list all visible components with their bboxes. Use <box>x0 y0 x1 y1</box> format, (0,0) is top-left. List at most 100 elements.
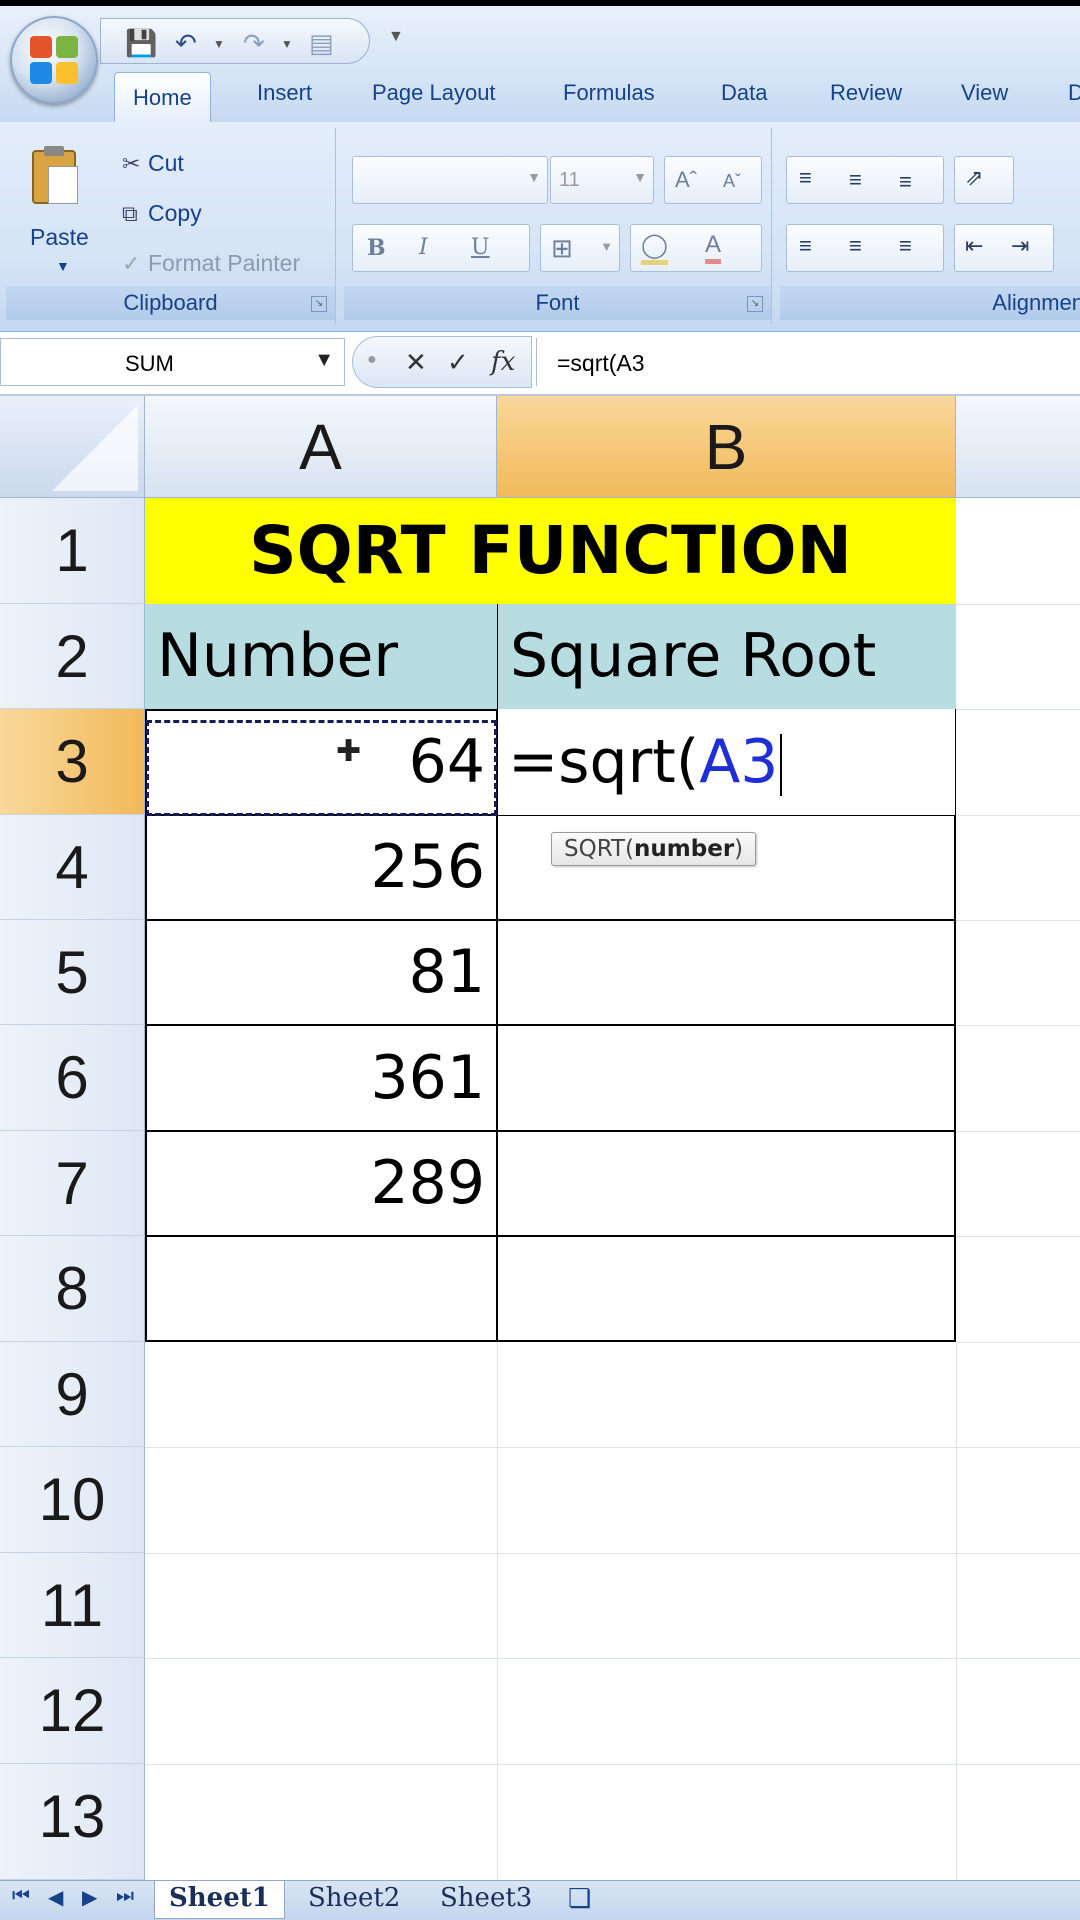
column-header-c[interactable] <box>956 396 1080 498</box>
borders-button[interactable]: ⊞ ▼ <box>540 224 620 272</box>
header-square-root-cell[interactable]: Square Root <box>497 604 956 709</box>
row-header-1[interactable]: 1 <box>0 498 145 604</box>
tab-page-layout[interactable]: Page Layout <box>372 80 496 106</box>
orientation-button[interactable]: ⇗ <box>954 156 1014 204</box>
clipboard-launcher-icon[interactable]: ↘ <box>311 296 327 312</box>
alignment-group: ≡ ≡ ≡ ⇗ ≡ ≡ ≡ ⇤ ⇥ Alignmen <box>780 128 1080 324</box>
header-number-cell[interactable]: Number <box>145 604 497 709</box>
cell-b3-editing[interactable]: =sqrt(A3 <box>498 709 955 815</box>
column-header-b[interactable]: B <box>497 396 956 498</box>
increase-indent-icon[interactable]: ⇥ <box>1011 233 1029 259</box>
office-logo-icon <box>30 36 80 86</box>
cut-button[interactable]: ✂ Cut <box>122 150 184 177</box>
cell-a8[interactable] <box>145 1236 497 1342</box>
fill-color-icon[interactable]: ◯ <box>641 231 668 265</box>
sheet-tab-sheet3[interactable]: Sheet3 <box>426 1881 546 1919</box>
font-size-box[interactable]: 11 ▼ <box>550 156 654 204</box>
align-left-icon[interactable]: ≡ <box>799 233 812 259</box>
sheet-tab-sheet1[interactable]: Sheet1 <box>154 1881 285 1919</box>
brush-icon: ✓ <box>122 251 141 276</box>
row-header-13[interactable]: 13 <box>0 1764 145 1880</box>
gridline <box>145 1447 1080 1448</box>
cell-b7[interactable] <box>498 1132 955 1235</box>
last-sheet-icon[interactable]: ⏭ <box>116 1885 134 1908</box>
font-name-box[interactable]: ▼ <box>352 156 548 204</box>
align-middle-icon[interactable]: ≡ <box>849 167 862 193</box>
undo-icon[interactable]: ↶ <box>175 28 197 59</box>
redo-icon[interactable]: ↷ <box>243 28 265 59</box>
next-sheet-icon[interactable]: ▶ <box>82 1885 97 1910</box>
insert-sheet-icon[interactable]: ❏ <box>568 1883 591 1914</box>
row-header-5[interactable]: 5 <box>0 920 145 1025</box>
tab-insert[interactable]: Insert <box>257 80 312 106</box>
grow-font-icon[interactable]: Aˆ <box>675 167 697 193</box>
row-header-4[interactable]: 4 <box>0 815 145 920</box>
ribbon-tabs: Home Insert Page Layout Formulas Data Re… <box>0 66 1080 124</box>
undo-dropdown-icon[interactable]: ▼ <box>213 37 225 51</box>
first-sheet-icon[interactable]: ⏮ <box>12 1885 30 1908</box>
font-launcher-icon[interactable]: ↘ <box>747 296 763 312</box>
copy-button[interactable]: ⧉ Copy <box>122 200 202 227</box>
font-grow-shrink-group: Aˆ Aˇ <box>664 156 762 204</box>
cell-a5[interactable]: 81 <box>145 920 497 1025</box>
row-header-8[interactable]: 8 <box>0 1236 145 1342</box>
copy-icon: ⧉ <box>122 201 138 226</box>
tab-data[interactable]: Data <box>721 80 767 106</box>
underline-button[interactable]: U <box>471 235 490 260</box>
row-header-3[interactable]: 3 <box>0 709 145 815</box>
align-top-icon[interactable]: ≡ <box>799 165 812 191</box>
borders-icon: ⊞ <box>551 233 573 263</box>
tab-home[interactable]: Home <box>114 72 211 124</box>
name-box-dropdown-icon[interactable]: ▼ <box>314 349 334 372</box>
form-icon[interactable]: ▤ <box>309 28 334 59</box>
cell-a7[interactable]: 289 <box>145 1131 497 1236</box>
cell-b8[interactable] <box>498 1237 955 1341</box>
office-button[interactable] <box>10 16 98 104</box>
row-header-6[interactable]: 6 <box>0 1025 145 1131</box>
row-header-7[interactable]: 7 <box>0 1131 145 1236</box>
row-header-9[interactable]: 9 <box>0 1342 145 1447</box>
decrease-indent-icon[interactable]: ⇤ <box>965 233 983 259</box>
shrink-font-icon[interactable]: Aˇ <box>723 171 741 192</box>
enter-formula-button[interactable]: ✓ <box>447 347 469 378</box>
cell-b6[interactable] <box>498 1026 955 1130</box>
row-header-11[interactable]: 11 <box>0 1553 145 1658</box>
name-box[interactable]: SUM ▼ <box>0 338 345 386</box>
cell-a4[interactable]: 256 <box>145 815 497 920</box>
sheet-tab-sheet2[interactable]: Sheet2 <box>294 1881 414 1919</box>
align-bottom-icon[interactable]: ≡ <box>899 169 912 195</box>
function-argument-tooltip[interactable]: SQRT(number) <box>551 832 757 866</box>
row-header-12[interactable]: 12 <box>0 1658 145 1764</box>
paste-button[interactable]: Paste <box>30 224 89 251</box>
tab-developer[interactable]: D <box>1068 80 1080 106</box>
save-icon[interactable]: 💾 <box>125 28 157 59</box>
select-all-button[interactable] <box>0 396 145 498</box>
clipboard-label: Clipboard <box>6 286 335 320</box>
paste-dropdown-icon[interactable]: ▼ <box>56 258 70 274</box>
tab-review[interactable]: Review <box>830 80 902 106</box>
vertical-align-group: ≡ ≡ ≡ <box>786 156 944 204</box>
format-painter-button[interactable]: ✓ Format Painter <box>122 250 300 277</box>
cancel-formula-button[interactable]: ✕ <box>405 347 427 378</box>
tab-formulas[interactable]: Formulas <box>563 80 655 106</box>
formula-input[interactable]: =sqrt(A3 <box>536 338 1080 386</box>
paste-icon[interactable] <box>28 146 82 206</box>
align-center-icon[interactable]: ≡ <box>849 233 862 259</box>
customize-qat-icon[interactable]: ▼ <box>388 28 404 46</box>
tab-view[interactable]: View <box>961 80 1008 106</box>
row-header-2[interactable]: 2 <box>0 604 145 709</box>
font-size-value: 11 <box>559 169 580 191</box>
font-color-icon[interactable]: A <box>705 231 722 264</box>
redo-dropdown-icon[interactable]: ▼ <box>281 37 293 51</box>
insert-function-button[interactable]: fx <box>491 347 515 377</box>
column-header-a[interactable]: A <box>145 396 497 498</box>
prev-sheet-icon[interactable]: ◀ <box>48 1885 63 1910</box>
excel-window: 💾 ↶ ▼ ↷ ▼ ▤ ▼ Home Insert Page Layout Fo… <box>0 6 1080 1920</box>
title-cell[interactable]: SQRT FUNCTION <box>145 498 956 604</box>
align-right-icon[interactable]: ≡ <box>899 233 912 259</box>
italic-button[interactable]: I <box>419 235 428 260</box>
cell-a6[interactable]: 361 <box>145 1025 497 1131</box>
cell-b5[interactable] <box>498 921 955 1024</box>
bold-button[interactable]: B <box>367 235 386 261</box>
row-header-10[interactable]: 10 <box>0 1447 145 1553</box>
